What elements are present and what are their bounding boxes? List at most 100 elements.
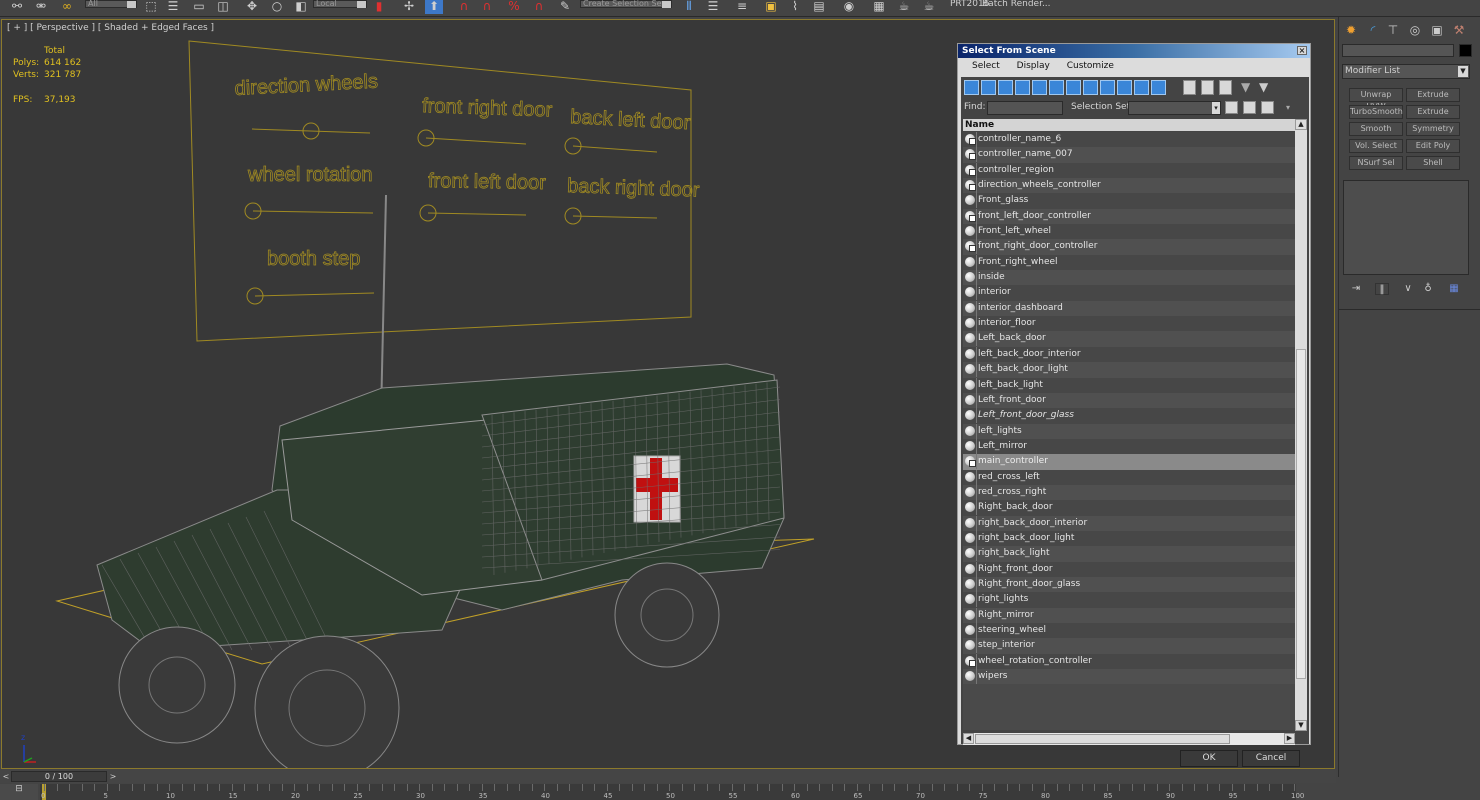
close-button[interactable]: × (1297, 46, 1307, 55)
toolbar-overflow-icon[interactable]: ▾ (1286, 103, 1290, 112)
hierarchy-icon[interactable]: ⊤ (1383, 21, 1403, 39)
list-item[interactable]: interior (963, 285, 1296, 301)
list-item[interactable]: left_lights (963, 423, 1296, 439)
display-xrefs-icon[interactable] (1083, 80, 1098, 95)
mini-curve-editor-icon[interactable]: ⊟ (0, 784, 38, 800)
pivot-icon[interactable]: ▮ (370, 0, 388, 14)
display-containers-icon[interactable] (1117, 80, 1132, 95)
list-item[interactable]: front_left_door_controller (963, 208, 1296, 225)
modifier-button-edit-poly[interactable]: Edit Poly (1406, 139, 1460, 153)
list-item[interactable]: red_cross_right (963, 484, 1296, 501)
list-item[interactable]: Right_mirror (963, 607, 1296, 623)
list-item[interactable]: right_back_door_light (963, 530, 1296, 547)
scroll-down-icon[interactable]: ▼ (1295, 720, 1307, 731)
modifier-button-smooth[interactable]: Smooth (1349, 122, 1403, 136)
select-all-icon[interactable] (1183, 80, 1196, 95)
list-item[interactable]: interior_dashboard (963, 300, 1296, 317)
rect-region-icon[interactable]: ▭ (190, 0, 208, 14)
schematic-view-icon[interactable]: ▤ (810, 0, 828, 14)
list-item[interactable]: Right_front_door (963, 561, 1296, 577)
window-crossing-icon[interactable]: ◫ (214, 0, 232, 14)
display-geometry-icon[interactable] (964, 80, 979, 95)
display-shapes-icon[interactable] (981, 80, 996, 95)
render-icon[interactable]: ☕ (920, 0, 938, 14)
modifier-button-turbosmooth[interactable]: TurboSmooth (1349, 105, 1403, 119)
remove-modifier-icon[interactable]: ♁ (1421, 283, 1435, 295)
display-lights-icon[interactable] (998, 80, 1013, 95)
make-unique-icon[interactable]: ∨ (1401, 283, 1415, 295)
rotate-icon[interactable]: ○ (268, 0, 286, 14)
modifier-button-extrude-2[interactable]: Extrude (1406, 105, 1460, 119)
list-item[interactable]: direction_wheels_controller (963, 178, 1296, 194)
align-icon[interactable]: ☰ (704, 0, 722, 14)
time-slider[interactable]: 0 / 100 (11, 771, 107, 782)
prev-frame-button[interactable]: < (1, 771, 11, 782)
object-name-input[interactable] (1342, 44, 1454, 57)
list-item[interactable]: controller_name_6 (963, 132, 1296, 148)
keyboard-shortcut-icon[interactable]: ⬆ (425, 0, 443, 14)
select-icon[interactable]: ⬚ (142, 0, 160, 14)
vertical-scroll-thumb[interactable] (1296, 349, 1306, 679)
edit-named-selection-icon[interactable]: ✎ (556, 0, 574, 14)
viewport-label-menu[interactable]: [ + ] [ Perspective ] [ Shaded + Edged F… (7, 23, 214, 33)
rendered-frame-icon[interactable]: ☕ (895, 0, 913, 14)
list-item[interactable]: main_controller (963, 454, 1296, 470)
list-item[interactable]: right_back_light (963, 546, 1296, 562)
render-setup-icon[interactable]: ▦ (870, 0, 888, 14)
create-icon[interactable]: ✹ (1341, 21, 1361, 39)
modifier-button-symmetry[interactable]: Symmetry (1406, 122, 1460, 136)
batch-render-button[interactable]: Batch Render... (982, 0, 1051, 9)
display-cameras-icon[interactable] (1015, 80, 1030, 95)
list-item[interactable]: Left_back_door (963, 331, 1296, 347)
list-item[interactable]: Left_front_door_glass (963, 408, 1296, 424)
bind-space-warp-icon[interactable]: ∞ (58, 0, 76, 14)
remove-from-selection-set-icon[interactable] (1261, 101, 1274, 114)
filter-icon[interactable]: ▼ (1241, 80, 1250, 94)
pin-stack-icon[interactable]: ⇥ (1349, 283, 1363, 295)
list-item[interactable]: Right_front_door_glass (963, 576, 1296, 593)
scene-explorer-icon[interactable]: ▣ (762, 0, 780, 14)
display-groups-icon[interactable] (1066, 80, 1081, 95)
modifier-button-nsurf-sel[interactable]: NSurf Sel (1349, 156, 1403, 170)
modifier-stack[interactable] (1343, 180, 1469, 275)
motion-icon[interactable]: ◎ (1405, 21, 1425, 39)
list-item[interactable]: right_back_door_interior (963, 515, 1296, 531)
show-end-result-icon[interactable]: ‖ (1375, 283, 1389, 295)
ref-coord-dropdown[interactable]: Local (313, 0, 367, 8)
create-selection-set-icon[interactable] (1225, 101, 1238, 114)
modify-icon[interactable]: ◜ (1363, 21, 1383, 39)
list-item[interactable]: Front_left_wheel (963, 224, 1296, 240)
horizontal-scrollbar[interactable]: ◀ ▶ (963, 733, 1295, 745)
list-item[interactable]: Left_front_door (963, 392, 1296, 409)
modifier-button-unwrap-uvw[interactable]: Unwrap UVW (1349, 88, 1403, 111)
list-item[interactable]: controller_region (963, 162, 1296, 179)
selection-filter-dropdown[interactable]: All (85, 0, 137, 8)
scroll-up-icon[interactable]: ▲ (1295, 119, 1307, 130)
material-editor-icon[interactable]: ◉ (840, 0, 858, 14)
ok-button[interactable]: OK (1180, 750, 1238, 767)
move-icon[interactable]: ✥ (243, 0, 261, 14)
vertical-scrollbar[interactable]: ▲ ▼ (1295, 119, 1307, 731)
list-item[interactable]: Front_glass (963, 193, 1296, 209)
link-icon[interactable]: ⚯ (8, 0, 26, 14)
list-item[interactable]: Left_mirror (963, 438, 1296, 455)
list-item[interactable]: inside (963, 270, 1296, 286)
scroll-right-icon[interactable]: ▶ (1284, 733, 1295, 744)
add-to-selection-set-icon[interactable] (1243, 101, 1256, 114)
object-color-swatch[interactable] (1459, 44, 1472, 57)
display-frozen-icon[interactable] (1134, 80, 1149, 95)
list-item[interactable]: left_back_door_interior (963, 346, 1296, 363)
curve-editor-icon[interactable]: ⌇ (786, 0, 804, 14)
list-item[interactable]: controller_name_007 (963, 147, 1296, 163)
modifier-button-shell[interactable]: Shell (1406, 156, 1460, 170)
display-helpers-icon[interactable] (1032, 80, 1047, 95)
percent-snap-icon[interactable]: % (505, 0, 523, 14)
utilities-icon[interactable]: ⚒ (1449, 21, 1469, 39)
menu-customize[interactable]: Customize (1067, 58, 1114, 75)
list-item[interactable]: step_interior (963, 638, 1296, 654)
list-item[interactable]: right_lights (963, 592, 1296, 608)
list-item[interactable]: red_cross_left (963, 469, 1296, 485)
menu-display[interactable]: Display (1017, 58, 1050, 75)
name-column-header[interactable]: Name (963, 119, 1296, 131)
list-item[interactable]: interior_floor (963, 316, 1296, 332)
